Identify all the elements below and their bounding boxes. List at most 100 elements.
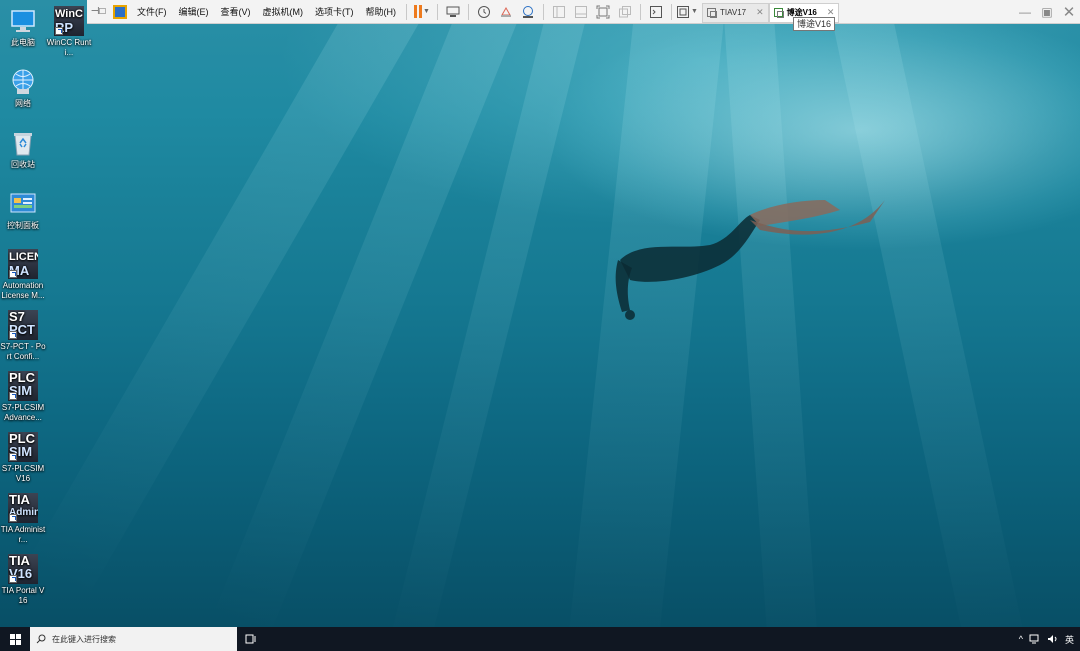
menu-view[interactable]: 查看(V) — [215, 0, 257, 24]
desktop-icon-label: Automation License M... — [1, 281, 45, 300]
unity-icon — [619, 5, 631, 17]
toolbar-separator — [543, 3, 544, 20]
desktop-icon-tia-portal-v16[interactable]: TIA V16 TIA Portal V16 — [0, 554, 46, 606]
thumbnail-icon — [575, 5, 587, 18]
tab-tiav17[interactable]: TIAV17 ✕ — [702, 2, 769, 23]
toolbar-separator — [437, 3, 438, 20]
desktop-icon-this-pc[interactable]: 此电脑 — [0, 6, 46, 48]
toolbar-separator — [406, 3, 407, 20]
vm-tab-icon — [773, 8, 784, 18]
window-controls: — ▣ ✕ — [1014, 0, 1080, 24]
desktop-icon-s7-plcsim-advanced[interactable]: PLC SIM S7-PLCSIM Advance... — [0, 371, 46, 423]
vm-toolbar: ⊣□ 文件(F) 编辑(E) 查看(V) 虚拟机(M) 选项卡(T) 帮助(H)… — [87, 0, 1080, 24]
shortcut-arrow-icon — [9, 331, 17, 339]
desktop-icon-label: WinCC Runti... — [46, 38, 92, 57]
windows-logo-icon — [9, 633, 21, 645]
close-button[interactable]: ✕ — [1058, 0, 1080, 24]
desktop-icon-wincc-runtime[interactable]: WinC RP WinCC Runti... — [46, 6, 92, 58]
volume-icon[interactable] — [1047, 634, 1059, 644]
chevron-up-icon[interactable]: ^ — [1019, 634, 1023, 644]
system-tray: ^ 英 — [1019, 633, 1080, 646]
clock-icon — [478, 5, 490, 18]
console-view-button[interactable] — [645, 2, 667, 22]
tab-label: TIAV17 — [720, 8, 747, 17]
desktop-icon-s7-plcsim-v16[interactable]: PLC SIM S7-PLCSIM V16 — [0, 432, 46, 484]
restore-icon: ▣ — [1041, 4, 1053, 19]
desktop-icon-automation-license-manager[interactable]: LICEN MA Automation License M... — [0, 249, 46, 301]
desktop-icon-label: S7-PCT - Port Confi... — [0, 342, 46, 361]
recycle-bin-icon — [8, 128, 38, 158]
full-screen-button[interactable] — [592, 2, 614, 22]
vmware-logo-icon[interactable] — [113, 4, 127, 19]
menu-tabs[interactable]: 选项卡(T) — [309, 0, 360, 24]
pin-icon[interactable]: ⊣□ — [87, 0, 109, 24]
restore-button[interactable]: ▣ — [1036, 0, 1058, 24]
computer-icon — [8, 6, 38, 36]
thumbnail-bar-button[interactable] — [570, 2, 592, 22]
menu-file[interactable]: 文件(F) — [131, 0, 173, 24]
task-view-icon — [245, 634, 256, 644]
menu-bar: 文件(F) 编辑(E) 查看(V) 虚拟机(M) 选项卡(T) 帮助(H) — [131, 0, 402, 24]
tab-tooltip: 博途V16 — [793, 17, 836, 31]
menu-vm[interactable]: 虚拟机(M) — [257, 0, 310, 24]
desktop-icon-label: 网络 — [15, 99, 31, 108]
show-library-button[interactable] — [548, 2, 570, 22]
shortcut-arrow-icon — [9, 575, 17, 583]
menu-help[interactable]: 帮助(H) — [360, 0, 403, 24]
s7-plcsim-v16-icon: PLC SIM — [8, 432, 38, 462]
stretch-icon — [677, 5, 690, 18]
desktop-icon-s7-pct[interactable]: S7 PCT S7-PCT - Port Confi... — [0, 310, 46, 362]
shortcut-arrow-icon — [9, 514, 17, 522]
control-panel-icon — [8, 189, 38, 219]
s7-plcsim-advanced-icon: PLC SIM — [8, 371, 38, 401]
automation-license-manager-icon: LICEN MA — [8, 249, 38, 279]
network-icon — [8, 67, 38, 97]
revert-icon — [501, 6, 511, 17]
start-button[interactable] — [0, 627, 30, 651]
input-method-indicator[interactable]: 英 — [1065, 633, 1074, 646]
desktop-icon-tia-administrator[interactable]: TIA Admin TIA Administr... — [0, 493, 46, 545]
menu-edit[interactable]: 编辑(E) — [173, 0, 215, 24]
desktop-icon-label: TIA Administr... — [0, 525, 46, 544]
toolbar-separator — [468, 3, 469, 20]
snapshot-manager-icon — [523, 5, 533, 18]
desktop-icon-label: S7-PLCSIM V16 — [1, 464, 45, 483]
pause-button[interactable]: ▼ — [411, 2, 433, 22]
desktop-icon-control-panel[interactable]: 控制面板 — [0, 189, 46, 231]
task-view-button[interactable] — [237, 634, 265, 644]
unity-button[interactable] — [614, 2, 636, 22]
freediver-image — [615, 200, 885, 320]
desktop-icon-recycle-bin[interactable]: 回收站 — [0, 128, 46, 170]
stretch-guest-button[interactable]: ▼ — [676, 2, 698, 22]
snapshot-button[interactable] — [473, 2, 495, 22]
tia-administrator-icon: TIA Admin — [8, 493, 38, 523]
desktop-icon-label: S7-PLCSIM Advance... — [1, 403, 45, 422]
minimize-button[interactable]: — — [1014, 0, 1036, 24]
network-tray-icon[interactable] — [1029, 634, 1041, 644]
desktop-icon-label: 控制面板 — [7, 221, 39, 230]
desktop-wallpaper — [0, 0, 1080, 627]
taskbar-search[interactable]: 在此键入进行搜索 — [30, 627, 237, 651]
desktop-icon-label: 回收站 — [11, 160, 35, 169]
snapshot-manager-button[interactable] — [517, 2, 539, 22]
vm-tab-icon — [707, 8, 717, 18]
keyboard-icon — [446, 6, 460, 17]
taskbar: 在此键入进行搜索 ^ 英 — [0, 627, 1080, 651]
minimize-icon: — — [1019, 4, 1031, 19]
close-icon[interactable]: ✕ — [756, 7, 764, 18]
search-icon — [36, 634, 46, 644]
shortcut-arrow-icon — [9, 453, 17, 461]
s7-pct-icon: S7 PCT — [8, 310, 38, 340]
shortcut-arrow-icon — [9, 270, 17, 278]
desktop-icon-network[interactable]: 网络 — [0, 67, 46, 109]
pause-icon — [414, 5, 423, 18]
send-ctrl-alt-del-button[interactable] — [442, 2, 464, 22]
fullscreen-icon — [596, 5, 610, 18]
revert-snapshot-button[interactable] — [495, 2, 517, 22]
toolbar-separator — [671, 3, 672, 20]
library-icon — [553, 5, 565, 18]
desktop-icon-label: TIA Portal V16 — [1, 586, 45, 605]
shortcut-arrow-icon — [55, 27, 63, 35]
search-placeholder: 在此键入进行搜索 — [52, 634, 116, 644]
terminal-icon — [650, 5, 662, 18]
